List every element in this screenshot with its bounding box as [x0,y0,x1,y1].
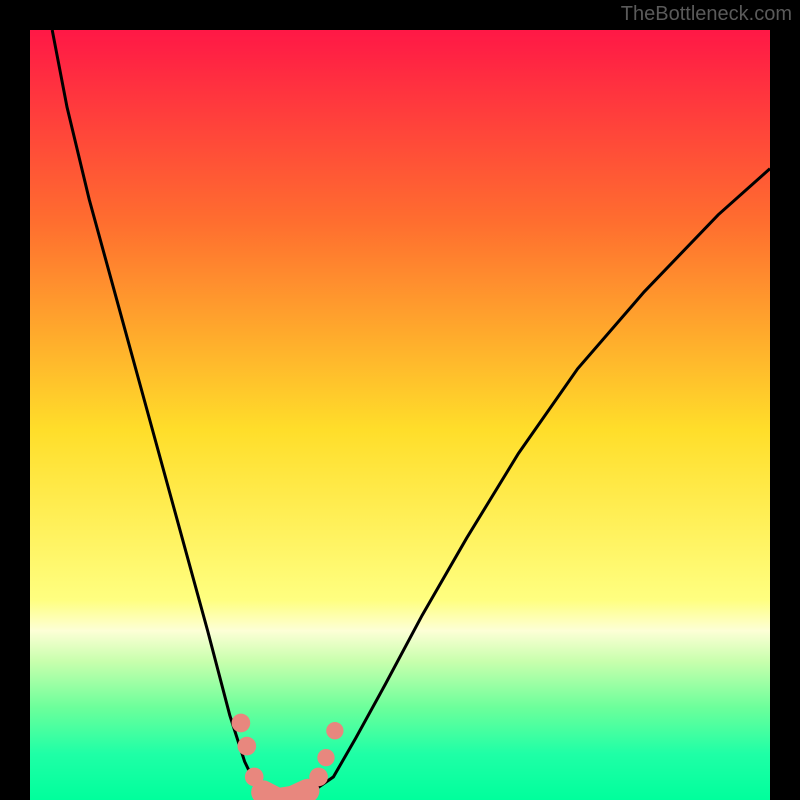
bottleneck-chart [0,0,800,800]
curve-marker [326,722,343,739]
attribution-text: TheBottleneck.com [621,3,792,26]
curve-marker [232,714,251,733]
curve-marker [237,737,256,756]
curve-marker [309,768,328,787]
curve-marker [317,749,334,766]
gradient-background [30,30,770,800]
